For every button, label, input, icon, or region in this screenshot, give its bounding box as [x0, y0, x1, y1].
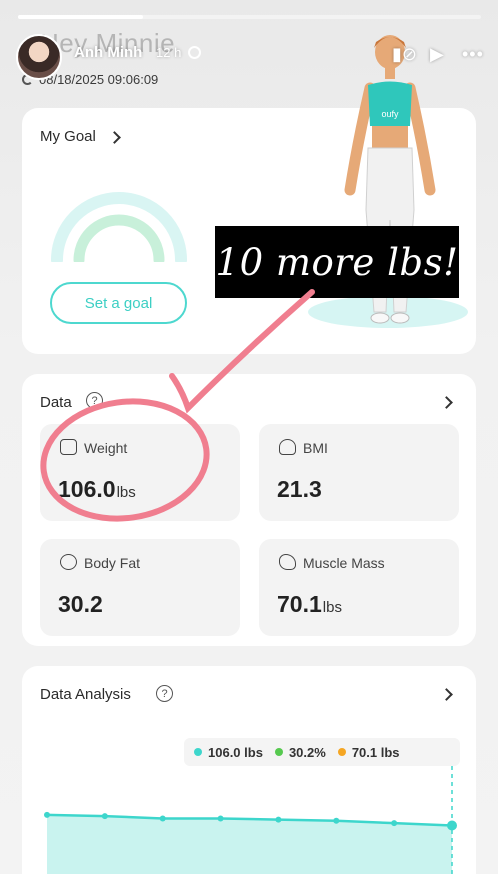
- avatar[interactable]: [16, 34, 62, 80]
- chart-data-point: [44, 811, 50, 818]
- story-header: Anh Minh 12 h ▮⊘ ▶ •••: [16, 32, 486, 82]
- more-icon[interactable]: •••: [462, 44, 484, 65]
- legend-muscle: 70.1 lbs: [337, 745, 400, 760]
- metric-label: Muscle Mass: [303, 555, 385, 571]
- help-icon[interactable]: ?: [156, 685, 173, 702]
- shirt-logo: oufy: [381, 109, 399, 119]
- metric-value: 70.1lbs: [277, 591, 342, 617]
- legend-dot: [274, 748, 283, 756]
- weight-area-chart[interactable]: [22, 766, 476, 874]
- metric-label: Weight: [84, 440, 128, 456]
- poster-name[interactable]: Anh Minh: [74, 44, 142, 61]
- legend-weight: 106.0 lbs: [194, 745, 263, 760]
- story-page: Hey Minnie 08/18/2025 09:06:09 My Goal S…: [0, 0, 498, 874]
- chart-data-point: [333, 817, 340, 824]
- data-card: Data ? Weight 106.0lbs BMI 21.3 Body Fat…: [22, 374, 476, 646]
- chart-data-point: [159, 815, 166, 822]
- chevron-right-icon[interactable]: [440, 396, 453, 409]
- bmi-gauge-icon: [279, 439, 296, 455]
- data-title: Data: [40, 394, 72, 411]
- chart-data-point: [391, 820, 398, 827]
- legend-dot: [337, 748, 346, 756]
- mute-icon[interactable]: ▮⊘: [392, 44, 417, 65]
- chart-legend: 106.0 lbs 30.2% 70.1 lbs: [184, 738, 460, 766]
- metric-value: 21.3: [277, 476, 322, 502]
- metric-label: BMI: [303, 440, 328, 456]
- goal-title[interactable]: My Goal: [40, 128, 96, 145]
- muscle-arm-icon: [279, 554, 296, 570]
- help-icon[interactable]: ?: [86, 392, 103, 409]
- chart-data-point: [101, 813, 108, 820]
- chart-data-point: [275, 816, 282, 823]
- data-analysis-card: Data Analysis ? 106.0 lbs 30.2% 70.1 lbs: [22, 666, 476, 874]
- legend-body-fat: 30.2%: [274, 745, 326, 760]
- goal-gauge: [51, 192, 187, 262]
- metric-bmi[interactable]: BMI 21.3: [259, 424, 459, 521]
- chevron-right-icon[interactable]: [108, 131, 121, 144]
- body-fat-icon: [60, 554, 77, 570]
- story-progress-bar: [18, 15, 481, 19]
- chart-data-point: [447, 820, 457, 831]
- metric-value: 30.2: [58, 591, 103, 617]
- story-text-banner: 10 more lbs!: [215, 226, 459, 298]
- chart-data-point: [217, 815, 224, 822]
- legend-dot: [194, 748, 202, 756]
- set-goal-button[interactable]: Set a goal: [50, 282, 187, 324]
- metric-muscle-mass[interactable]: Muscle Mass 70.1lbs: [259, 539, 459, 636]
- metric-body-fat[interactable]: Body Fat 30.2: [40, 539, 240, 636]
- scale-icon: [60, 439, 77, 455]
- metric-weight[interactable]: Weight 106.0lbs: [40, 424, 240, 521]
- post-time: 12 h: [156, 45, 182, 60]
- analysis-title: Data Analysis: [40, 686, 131, 703]
- globe-icon: [188, 46, 201, 59]
- play-icon[interactable]: ▶: [430, 44, 444, 65]
- metric-label: Body Fat: [84, 555, 141, 571]
- chevron-right-icon[interactable]: [440, 688, 453, 701]
- metric-value: 106.0lbs: [58, 476, 136, 502]
- story-progress-fill: [18, 15, 143, 19]
